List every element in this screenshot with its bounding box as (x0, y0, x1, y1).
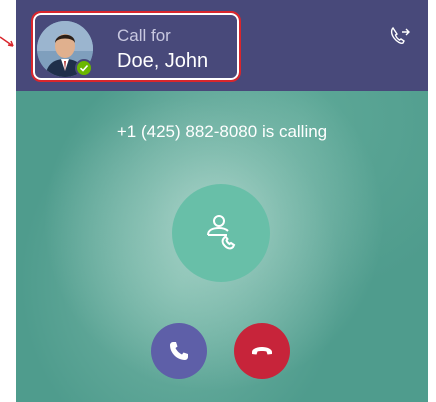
incoming-call-status: +1 (425) 882-8080 is calling (116, 122, 328, 141)
call-for-label: Call for (117, 26, 171, 45)
call-transfer-icon[interactable] (388, 24, 412, 48)
call-park-button[interactable] (172, 184, 270, 282)
incoming-call-panel: Call for Doe, John +1 (425) 882-8080 is … (16, 0, 428, 402)
decline-call-button[interactable] (234, 323, 290, 379)
hang-up-icon (252, 347, 272, 355)
check-icon (79, 64, 89, 72)
annotation-arrow (0, 36, 14, 47)
presence-badge (75, 59, 93, 77)
phone-icon (170, 342, 188, 360)
call-header: Call for Doe, John (16, 0, 428, 91)
call-park-icon (207, 215, 236, 250)
accept-call-button[interactable] (151, 323, 207, 379)
callee-name: Doe, John (117, 50, 209, 72)
